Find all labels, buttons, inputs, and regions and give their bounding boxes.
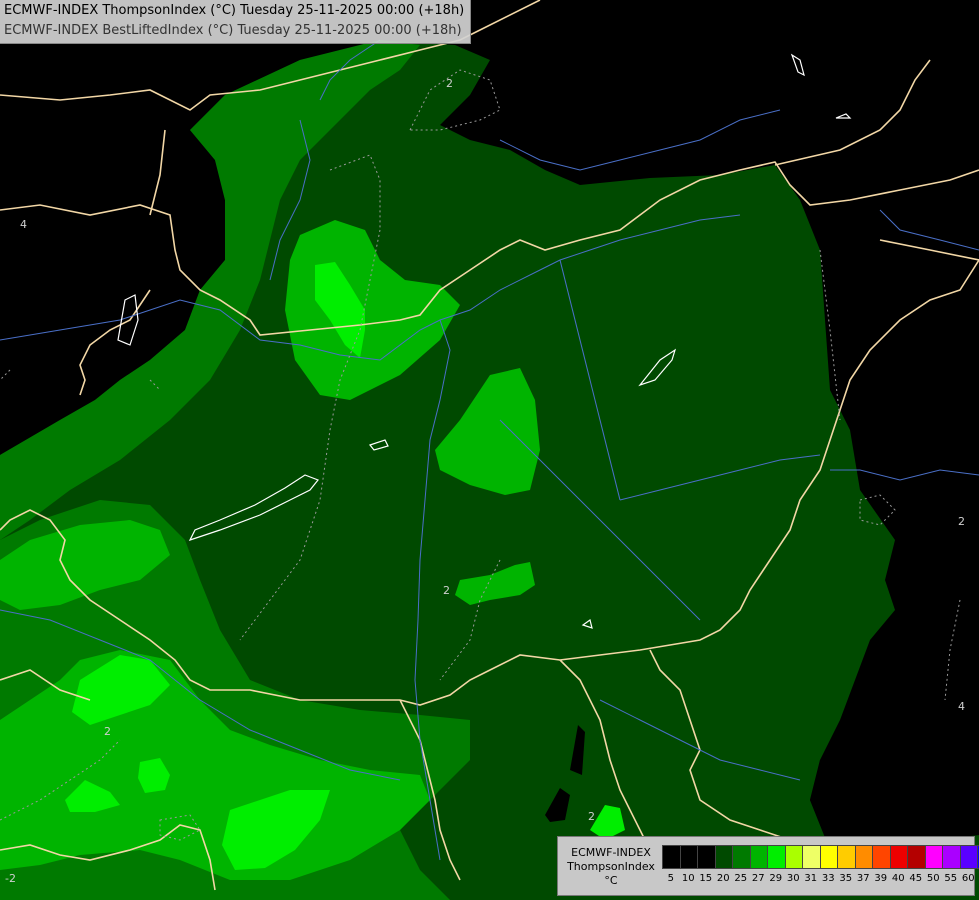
legend-tick-label: 35 [839,873,853,884]
legend-swatch [750,846,768,868]
map-title-box: ECMWF-INDEX ThompsonIndex (°C) Tuesday 2… [0,0,472,44]
color-legend: ECMWF-INDEX ThompsonIndex °C 5 10 15 20 25 27… [557,836,979,896]
legend-swatch [663,846,681,868]
legend-tick-label: 15 [699,873,713,884]
legend-swatch [803,846,821,868]
legend-swatch [873,846,891,868]
legend-tick-label: 25 [734,873,748,884]
legend-tick-label: 27 [751,873,765,884]
legend-swatch [960,846,978,868]
legend-title: ECMWF-INDEX ThompsonIndex °C [562,846,660,888]
map-title-thompson: ECMWF-INDEX ThompsonIndex (°C) Tuesday 2… [4,3,465,18]
contour-label: 2 [443,584,450,597]
legend-swatch [785,846,803,868]
legend-tick-label: 45 [909,873,923,884]
contour-label: -2 [5,872,16,885]
contour-label: 2 [588,810,595,823]
legend-swatch [855,846,873,868]
legend-tick-label: 37 [856,873,870,884]
legend-tick-label: 50 [926,873,940,884]
legend-swatch [768,846,786,868]
legend-model: ECMWF-INDEX [571,846,651,859]
legend-swatch [680,846,698,868]
legend-tick-label: 20 [716,873,730,884]
map-title-lifted: ECMWF-INDEX BestLiftedIndex (°C) Tuesday… [4,23,462,38]
legend-swatch [908,846,926,868]
legend-tick-label: 29 [769,873,783,884]
legend-swatch [890,846,908,868]
legend-ticks: 5 10 15 20 25 27 29 30 31 33 35 37 39 40 45 50 55 60 [662,872,979,886]
legend-tick-label: 33 [821,873,835,884]
legend-tick-label: 55 [944,873,958,884]
legend-swatch [698,846,716,868]
legend-tick-label: 10 [681,873,695,884]
legend-tick-label: 30 [786,873,800,884]
legend-unit: °C [604,874,618,887]
legend-tick-label: 5 [667,873,674,884]
legend-swatch [820,846,838,868]
legend-swatch [715,846,733,868]
legend-swatch [943,846,961,868]
contour-label: 4 [20,218,27,231]
weather-map: 2 2 2 2 2 2 4 4 -2 [0,0,979,900]
contour-label: 2 [104,725,111,738]
contour-label: 4 [958,700,965,713]
legend-swatch [925,846,943,868]
legend-swatch [838,846,856,868]
legend-swatch [733,846,751,868]
legend-tick-label: 31 [804,873,818,884]
contour-label: 2 [958,515,965,528]
legend-swatches [662,845,979,869]
legend-tick-label: 60 [961,873,975,884]
legend-tick-label: 40 [891,873,905,884]
legend-tick-label: 39 [874,873,888,884]
contour-label: 2 [446,77,453,90]
legend-parameter: ThompsonIndex [567,860,655,873]
